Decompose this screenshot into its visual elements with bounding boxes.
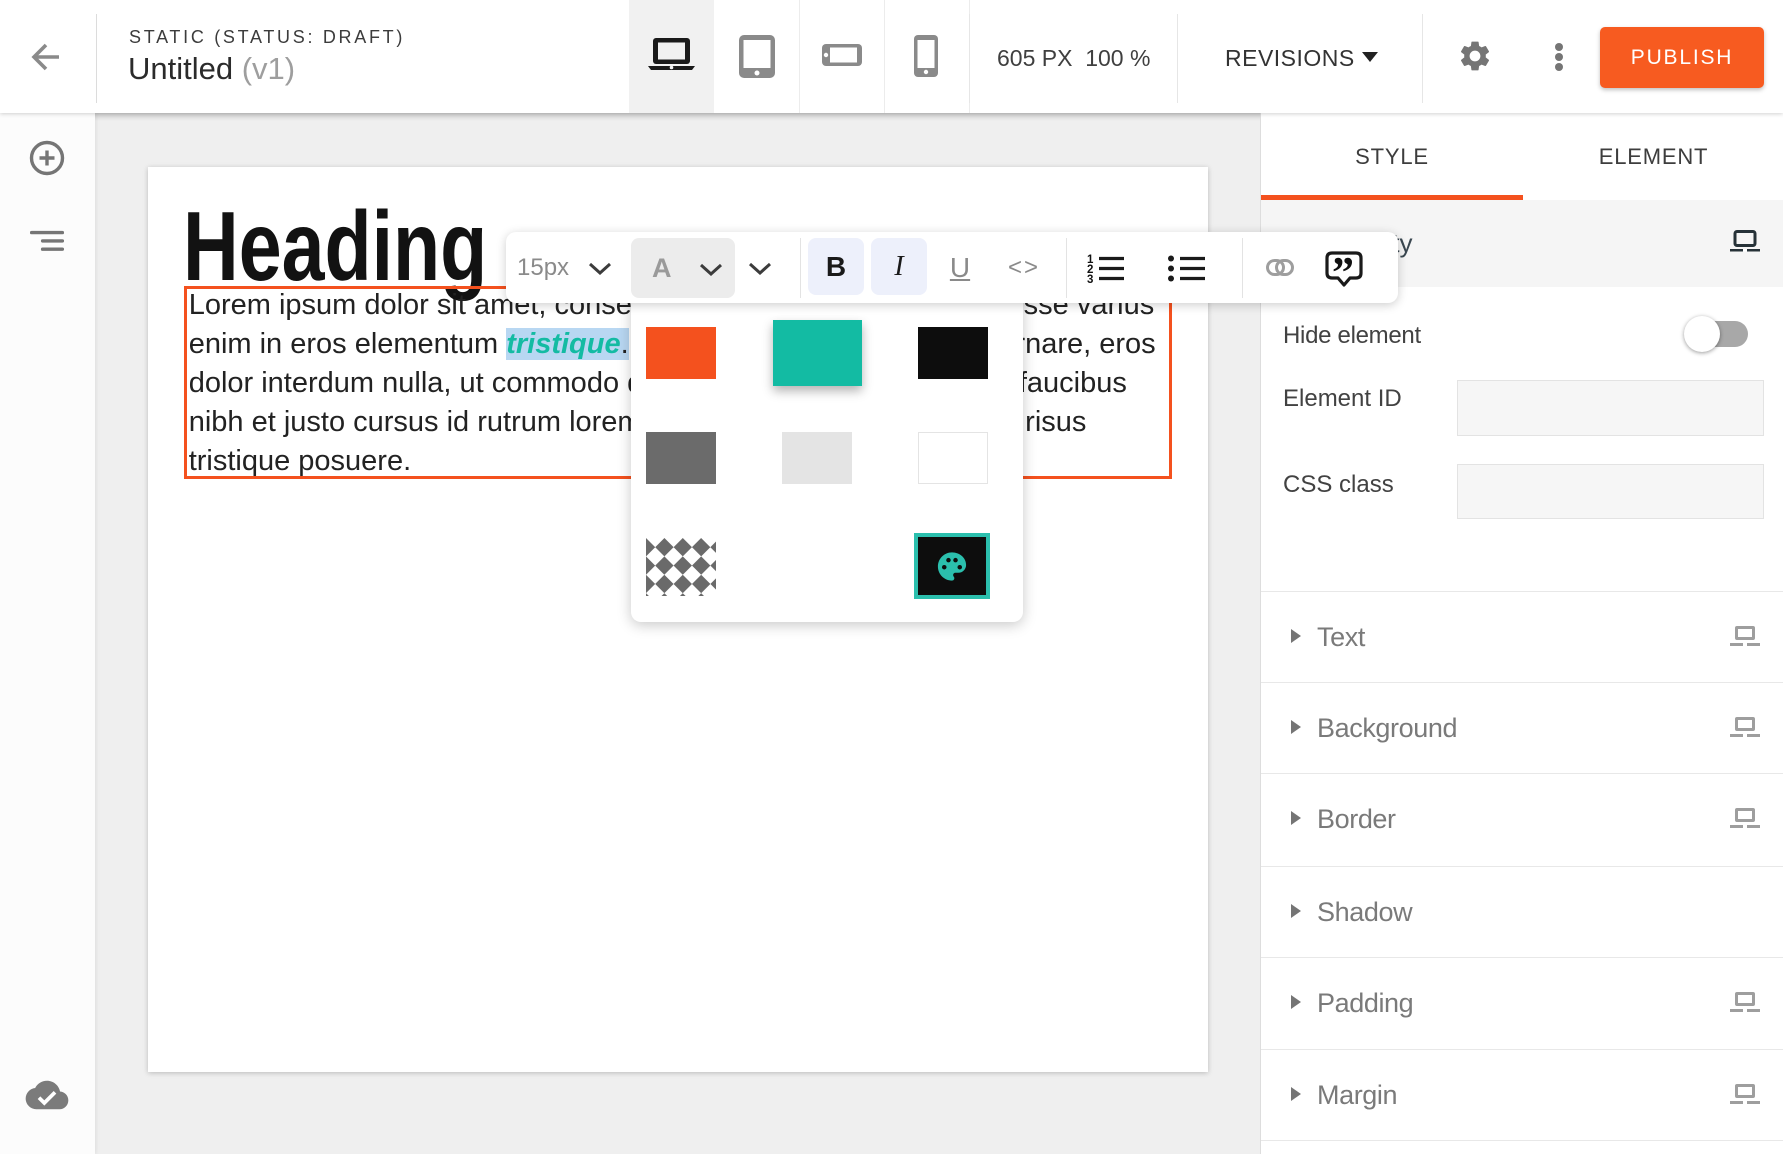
svg-text:3: 3 (1087, 274, 1093, 284)
svg-text:”: ” (1332, 251, 1354, 291)
